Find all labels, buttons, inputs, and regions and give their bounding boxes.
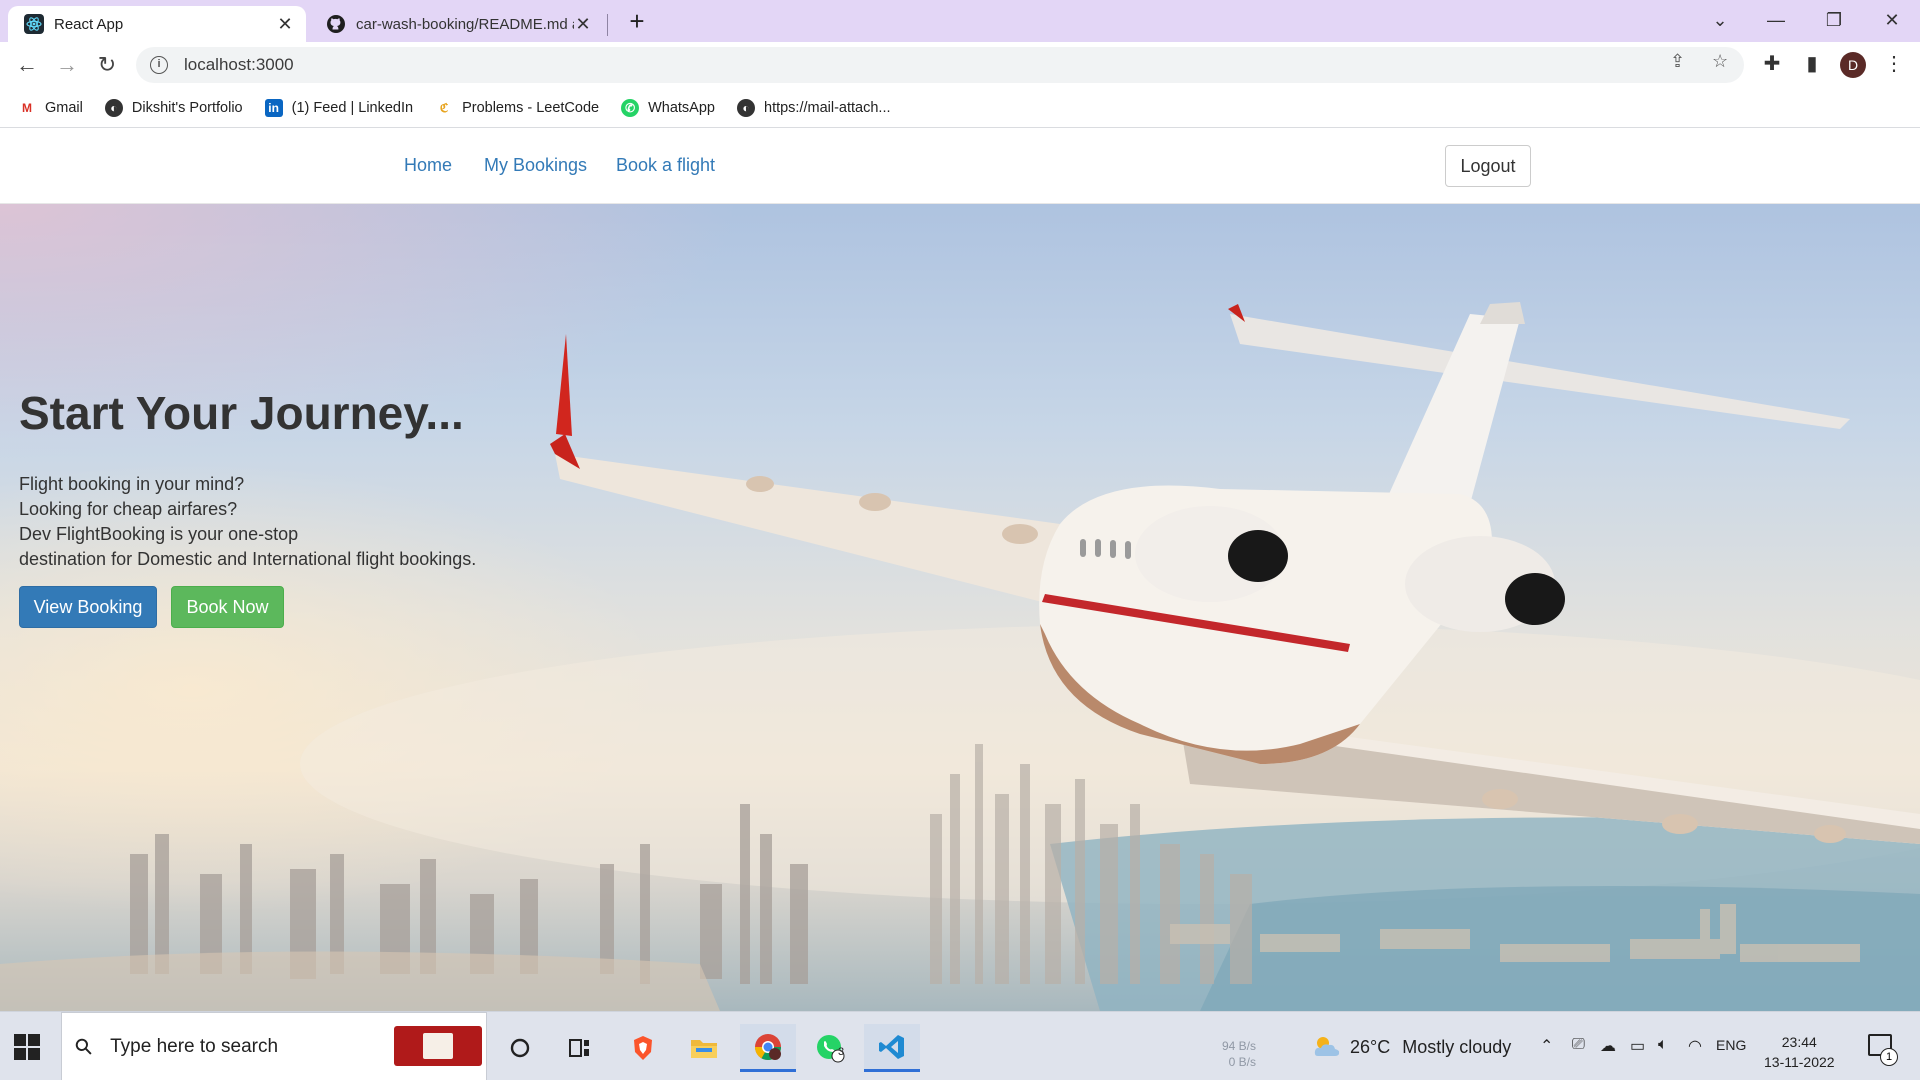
view-booking-button[interactable]: View Booking xyxy=(19,586,157,628)
whatsapp-taskbar-icon[interactable]: 3 xyxy=(802,1024,858,1072)
hero-background-image xyxy=(0,302,1920,1011)
hero-line: destination for Domestic and Internation… xyxy=(19,549,477,569)
vscode-icon[interactable] xyxy=(864,1024,920,1072)
bookmarks-bar: M Gmail ◐ Dikshit's Portfolio in (1) Fee… xyxy=(0,88,1920,128)
reload-icon[interactable]: ↻ xyxy=(92,50,122,80)
profile-avatar[interactable]: D xyxy=(1840,52,1866,78)
hero-description: Flight booking in your mind? Looking for… xyxy=(19,472,476,572)
tab-title: React App xyxy=(54,15,124,33)
forward-icon[interactable]: → xyxy=(52,50,82,80)
windows-start-icon[interactable] xyxy=(14,1034,40,1060)
new-tab-button[interactable]: + xyxy=(622,6,652,36)
weather-condition: Mostly cloudy xyxy=(1402,1036,1512,1057)
extensions-icon[interactable]: ✚ xyxy=(1758,50,1786,78)
browser-toolbar: ← → ↻ i localhost:3000 ⇪ ☆ xyxy=(0,42,1920,88)
weather-widget[interactable]: 26°C Mostly cloudy xyxy=(1312,1034,1511,1060)
linkedin-icon: in xyxy=(264,98,283,117)
react-icon xyxy=(24,14,44,34)
site-info-icon[interactable]: i xyxy=(150,56,168,74)
menu-kebab-icon[interactable]: ⋮ xyxy=(1880,50,1908,78)
logout-button[interactable]: Logout xyxy=(1445,145,1531,187)
whatsapp-icon: ✆ xyxy=(621,98,640,117)
hero-line: Flight booking in your mind? xyxy=(19,474,245,494)
globe-icon: ◐ xyxy=(104,98,123,117)
whatsapp-badge: 3 xyxy=(838,1046,845,1058)
wifi-icon[interactable]: ◠ xyxy=(1688,1036,1702,1056)
hero-line: Looking for cheap airfares? xyxy=(19,499,238,519)
address-bar[interactable]: i localhost:3000 xyxy=(136,47,1744,83)
minimize-icon[interactable]: — xyxy=(1748,0,1804,42)
battery-icon[interactable]: ▭ xyxy=(1630,1036,1645,1056)
bookmark-leetcode[interactable]: ℭ Problems - LeetCode xyxy=(435,99,599,117)
github-icon xyxy=(326,14,346,34)
hero-title: Start Your Journey... xyxy=(19,387,464,439)
net-down-speed: 0 B/s xyxy=(1228,1055,1257,1069)
close-window-icon[interactable]: ✕ xyxy=(1864,0,1920,42)
search-icon: ⚲ xyxy=(69,1031,99,1061)
net-up-speed: 94 B/s xyxy=(1222,1039,1257,1053)
tab-readme[interactable]: car-wash-booking/README.md at ✕ xyxy=(312,6,604,42)
bookmark-label: (1) Feed | LinkedIn xyxy=(291,99,414,116)
volume-icon[interactable]: 🔈︎ xyxy=(1658,1036,1668,1054)
search-highlight-image[interactable] xyxy=(394,1026,482,1066)
bookmark-label: https://mail-attach... xyxy=(764,99,891,116)
close-tab-icon[interactable]: ✕ xyxy=(276,14,294,35)
system-clock[interactable]: 23:44 13-11-2022 xyxy=(1764,1032,1835,1072)
bookmark-label: Dikshit's Portfolio xyxy=(131,99,243,116)
network-speed: 94 B/s 0 B/s xyxy=(1222,1038,1256,1070)
bookmark-whatsapp[interactable]: ✆ WhatsApp xyxy=(621,98,715,117)
notification-count-badge: 1 xyxy=(1880,1048,1898,1066)
cortana-icon[interactable] xyxy=(492,1024,548,1072)
clock-date: 13-11-2022 xyxy=(1764,1054,1835,1070)
leetcode-icon: ℭ xyxy=(439,100,449,115)
book-now-button[interactable]: Book Now xyxy=(171,586,284,628)
hero-line: Dev FlightBooking is your one-stop xyxy=(19,524,299,544)
temperature: 26°C xyxy=(1350,1036,1391,1057)
hero-banner: Start Your Journey... Flight booking in … xyxy=(0,204,1920,1011)
clock-time: 23:44 xyxy=(1781,1034,1817,1050)
brave-browser-icon[interactable] xyxy=(615,1024,671,1072)
bookmark-mail-attach[interactable]: ◐ https://mail-attach... xyxy=(737,98,891,117)
search-placeholder: Type here to search xyxy=(110,1035,279,1057)
app-navbar: Home My Bookings Book a flight Logout xyxy=(0,129,1920,204)
tab-divider xyxy=(607,14,608,36)
side-panel-icon[interactable]: ▮ xyxy=(1798,50,1826,78)
nav-link-home[interactable]: Home xyxy=(404,155,452,176)
show-hidden-icons-icon[interactable]: ⌃ xyxy=(1540,1036,1553,1056)
language-indicator[interactable]: ENG xyxy=(1716,1037,1746,1053)
onedrive-icon[interactable]: ☁ xyxy=(1600,1036,1616,1056)
windows-taskbar: ⚲ Type here to search 3 94 B/s 0 B/s 26°… xyxy=(0,1011,1920,1080)
address-url: localhost:3000 xyxy=(184,55,294,74)
bookmark-label: Gmail xyxy=(45,99,83,116)
nav-link-my-bookings[interactable]: My Bookings xyxy=(484,155,587,176)
file-explorer-icon[interactable] xyxy=(676,1024,732,1072)
globe-icon: ◐ xyxy=(737,98,755,117)
chrome-icon[interactable] xyxy=(740,1024,796,1072)
bookmark-label: Problems - LeetCode xyxy=(462,99,600,116)
nav-link-book-flight[interactable]: Book a flight xyxy=(616,155,715,176)
back-icon[interactable]: ← xyxy=(12,50,42,80)
share-icon[interactable]: ⇪ xyxy=(1670,51,1685,72)
restore-icon[interactable]: ❐ xyxy=(1806,0,1862,42)
browser-tab-strip: React App ✕ car-wash-booking/README.md a… xyxy=(0,0,1920,42)
meet-now-icon[interactable]: ⎚ xyxy=(1572,1036,1585,1054)
bookmark-portfolio[interactable]: ◐ Dikshit's Portfolio xyxy=(104,98,243,117)
taskbar-search-input[interactable]: ⚲ Type here to search xyxy=(61,1012,487,1080)
close-tab-icon[interactable]: ✕ xyxy=(574,14,592,35)
tab-search-chevron-icon[interactable]: ⌄ xyxy=(1692,0,1748,42)
tab-title: car-wash-booking/README.md at xyxy=(356,15,574,33)
bookmark-linkedin[interactable]: in (1) Feed | LinkedIn xyxy=(264,98,414,117)
bookmark-star-icon[interactable]: ☆ xyxy=(1712,51,1728,72)
cloudy-weather-icon xyxy=(1314,1037,1340,1056)
gmail-icon: M xyxy=(22,100,32,115)
bookmark-label: WhatsApp xyxy=(648,99,715,116)
bookmark-gmail[interactable]: M Gmail xyxy=(18,99,83,117)
task-view-icon[interactable] xyxy=(552,1024,608,1072)
tab-react-app[interactable]: React App ✕ xyxy=(8,6,306,42)
